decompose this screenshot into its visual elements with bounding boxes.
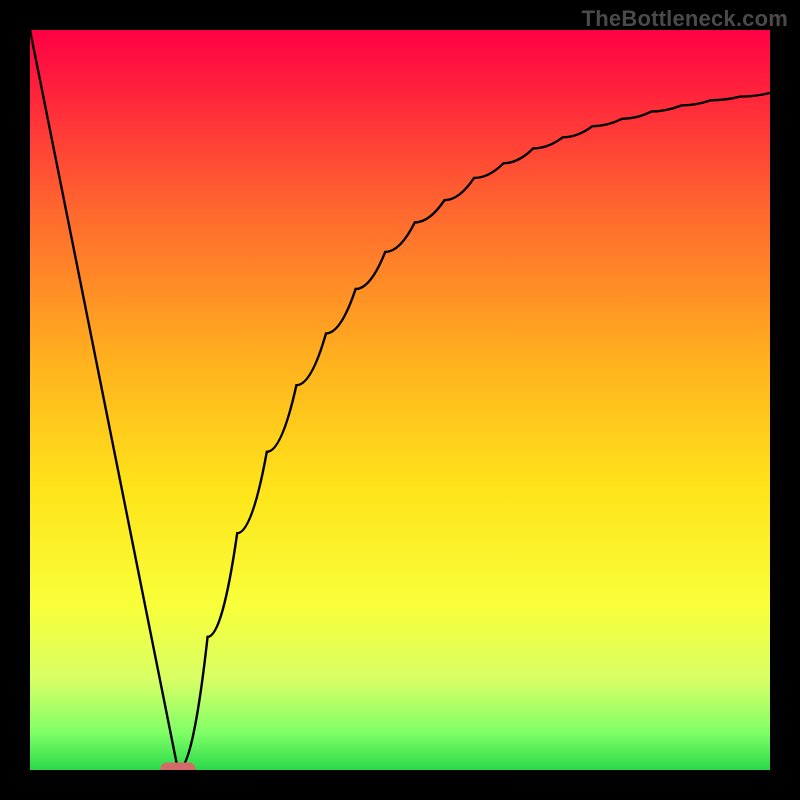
optimum-marker [161,763,195,770]
gradient-background [30,30,770,770]
chart-frame: TheBottleneck.com [0,0,800,800]
watermark-text: TheBottleneck.com [582,6,788,32]
chart-svg [30,30,770,770]
plot-area [30,30,770,770]
